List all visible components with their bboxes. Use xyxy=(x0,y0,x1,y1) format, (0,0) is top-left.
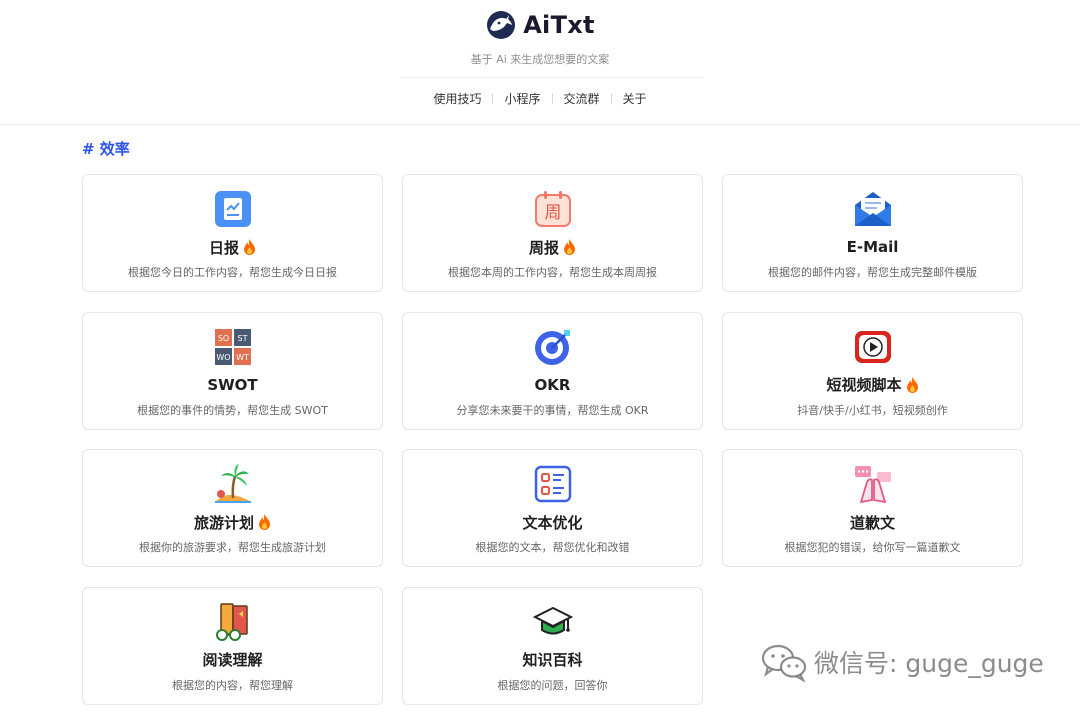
fire-icon xyxy=(564,239,575,255)
card-short-video-script[interactable]: 短视频脚本 抖音/快手/小红书，短视频创作 xyxy=(722,311,1023,430)
swot-so-label: SO xyxy=(217,334,228,343)
card-title-text: OKR xyxy=(534,375,571,394)
card-title-text: 旅游计划 xyxy=(193,513,254,532)
card-title-text: 日报 xyxy=(208,238,239,257)
nav-item-group[interactable]: 交流群 xyxy=(553,90,611,107)
palm-island-icon xyxy=(213,464,253,504)
card-reading[interactable]: 阅读理解 根据您的内容，帮您理解 xyxy=(82,586,383,705)
card-description: 根据您的邮件内容，帮您生成完整邮件模版 xyxy=(768,266,977,279)
envelope-icon xyxy=(853,189,893,229)
section-title: # 效率 xyxy=(82,140,130,158)
video-play-icon xyxy=(853,327,893,367)
card-title: 文本优化 xyxy=(522,513,583,532)
card-title: 日报 xyxy=(208,238,256,257)
nav-item-mini-program[interactable]: 小程序 xyxy=(493,90,551,107)
card-title: 周报 xyxy=(528,238,576,257)
swot-grid-icon: SO ST WO WT xyxy=(213,327,253,367)
nav-item-about[interactable]: 关于 xyxy=(612,90,658,107)
weekly-calendar-icon: 周 xyxy=(533,189,573,229)
card-description: 根据您今日的工作内容，帮您生成今日日报 xyxy=(128,266,337,279)
card-title: 旅游计划 xyxy=(193,513,271,532)
card-title-text: E-Mail xyxy=(846,238,899,256)
card-title: 道歉文 xyxy=(849,513,895,532)
card-description: 抖音/快手/小红书，短视频创作 xyxy=(797,403,948,417)
card-description: 根据您的事件的情势，帮您生成 SWOT xyxy=(137,403,328,417)
wechat-icon xyxy=(761,644,807,682)
card-description: 根据您的问题，回答你 xyxy=(497,678,608,692)
card-weekly-report[interactable]: 周 周报 根据您本周的工作内容，帮您生成本周周报 xyxy=(402,174,703,292)
rhino-logo-icon xyxy=(487,11,516,39)
reading-books-icon xyxy=(213,602,253,642)
graduation-cap-icon xyxy=(532,602,573,642)
watermark: 微信号: guge_guge xyxy=(760,642,1044,682)
card-title: 短视频脚本 xyxy=(826,376,918,394)
card-text-optimize[interactable]: 文本优化 根据您的文本，帮您优化和改错 xyxy=(402,449,703,567)
card-title-text: 道歉文 xyxy=(849,513,895,532)
card-daily-report[interactable]: 日报 根据您今日的工作内容，帮您生成今日日报 xyxy=(82,174,383,292)
page-header: AiTxt 基于 Ai 来生成您想要的文案 使用技巧 小程序 交流群 关于 xyxy=(0,0,1080,125)
card-title-text: SWOT xyxy=(207,375,258,394)
brand-name: AiTxt xyxy=(523,11,595,39)
card-title: SWOT xyxy=(207,376,257,394)
card-description: 根据您的内容，帮您理解 xyxy=(172,678,293,692)
card-swot[interactable]: SO ST WO WT SWOT 根据您的事件的情势，帮您生成 SWOT xyxy=(82,311,383,430)
card-travel-plan[interactable]: 旅游计划 根据你的旅游要求，帮您生成旅游计划 xyxy=(82,449,383,567)
card-title-text: 短视频脚本 xyxy=(826,376,902,394)
card-title-text: 文本优化 xyxy=(522,513,583,532)
apology-hands-icon xyxy=(853,464,893,504)
card-title: OKR xyxy=(535,376,571,394)
brand[interactable]: AiTxt xyxy=(0,9,1080,41)
card-description: 根据你的旅游要求，帮您生成旅游计划 xyxy=(139,541,326,554)
card-email[interactable]: E-Mail 根据您的邮件内容，帮您生成完整邮件模版 xyxy=(722,174,1023,292)
nav-item-tips[interactable]: 使用技巧 xyxy=(422,90,492,107)
slogan: 基于 Ai 来生成您想要的文案 xyxy=(470,53,610,66)
main-nav: 使用技巧 小程序 交流群 关于 xyxy=(0,90,1080,107)
swot-wt-label: WT xyxy=(236,353,249,362)
card-description: 根据您本周的工作内容，帮您生成本周周报 xyxy=(448,266,657,279)
header-divider xyxy=(400,77,704,78)
svg-text:周: 周 xyxy=(544,203,561,223)
tool-grid: 日报 根据您今日的工作内容，帮您生成今日日报 周 周报 根据您本周的工作内容，帮… xyxy=(82,174,1023,705)
card-title: 阅读理解 xyxy=(202,651,262,669)
swot-wo-label: WO xyxy=(216,353,230,362)
card-description: 根据您的文本，帮您优化和改错 xyxy=(475,541,630,554)
fire-icon xyxy=(906,376,918,393)
card-okr[interactable]: OKR 分享您未来要干的事情，帮您生成 OKR xyxy=(402,311,703,430)
swot-st-label: ST xyxy=(237,334,247,343)
card-knowledge[interactable]: 知识百科 根据您的问题，回答你 xyxy=(402,586,703,705)
fire-icon xyxy=(244,239,255,255)
daily-report-icon xyxy=(213,189,253,229)
fire-icon xyxy=(259,514,270,530)
target-icon xyxy=(533,327,573,367)
card-description: 分享您未来要干的事情，帮您生成 OKR xyxy=(456,403,649,417)
card-title-text: 阅读理解 xyxy=(202,651,263,669)
text-list-icon xyxy=(533,464,573,504)
card-title: E-Mail xyxy=(847,238,899,256)
card-title-text: 周报 xyxy=(528,238,559,257)
watermark-text: 微信号: guge_guge xyxy=(814,649,1044,678)
card-apology[interactable]: 道歉文 根据您犯的错误，给你写一篇道歉文 xyxy=(722,449,1023,567)
card-title-text: 知识百科 xyxy=(522,651,583,669)
card-title: 知识百科 xyxy=(522,651,582,669)
card-description: 根据您犯的错误，给你写一篇道歉文 xyxy=(784,541,961,554)
